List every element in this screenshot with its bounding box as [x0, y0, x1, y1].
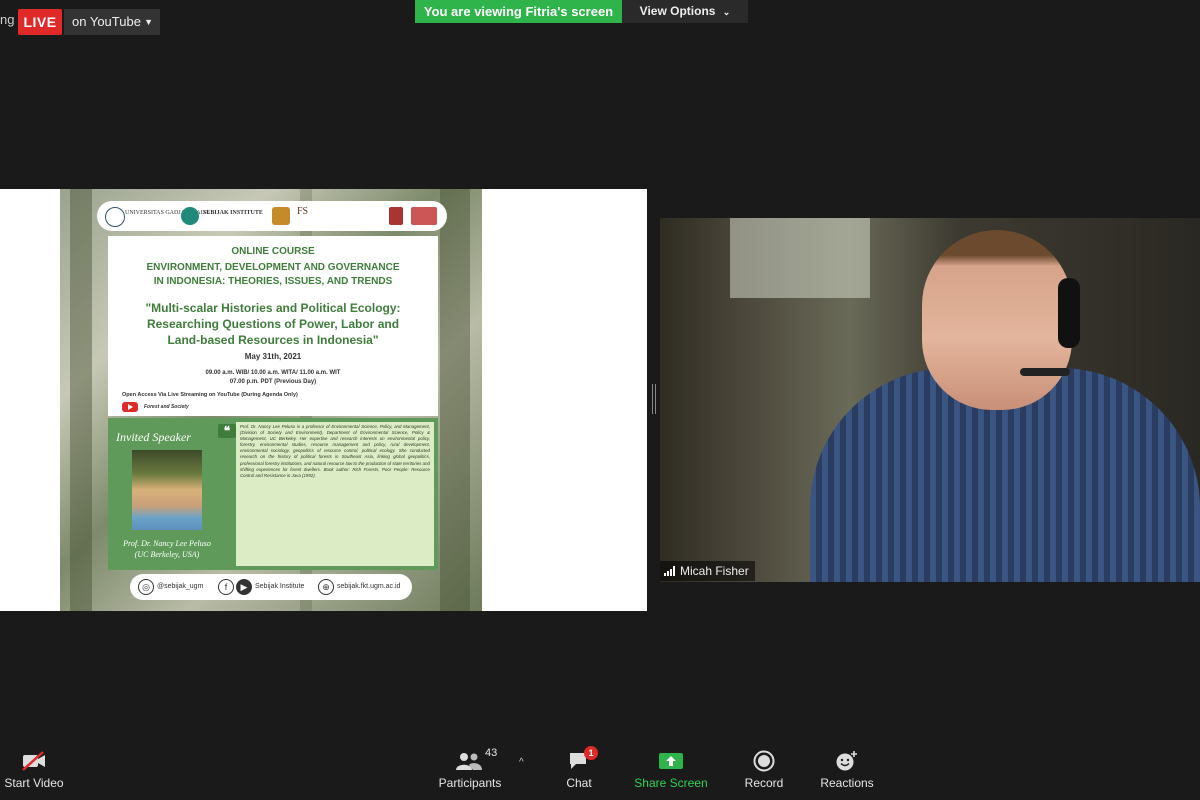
record-label: Record: [744, 776, 784, 790]
logo-label: SEBIJAK INSTITUTE: [203, 210, 263, 216]
sebijak-logo-icon: [181, 207, 199, 225]
chevron-down-icon: ⌄: [722, 7, 731, 17]
reactions-label: Reactions: [820, 776, 874, 790]
record-icon: [738, 748, 790, 774]
crest-logo-icon: [272, 207, 290, 225]
viewing-screen-banner: You are viewing Fitria's screen: [415, 0, 622, 23]
lecture-title-line: "Multi-scalar Histories and Political Ec…: [145, 301, 401, 315]
globe-icon: ⊕: [318, 579, 334, 595]
participants-icon: 43: [435, 747, 505, 774]
lecture-time: 09.00 a.m. WIB/ 10.00 a.m. WITA/ 11.00 a…: [108, 369, 438, 387]
view-options-button[interactable]: View Options ⌄: [622, 0, 748, 23]
logo-label: FS: [297, 206, 309, 217]
instagram-icon: ◎: [138, 579, 154, 595]
invited-speaker-heading: Invited Speaker: [116, 430, 191, 444]
participants-label: Participants: [438, 776, 502, 790]
chat-unread-badge: 1: [584, 746, 598, 760]
lecture-time-line: 09.00 a.m. WIB/ 10.00 a.m. WITA/ 11.00 a…: [205, 370, 341, 376]
youtube-channel-label: Forest and Society: [144, 404, 189, 410]
start-video-button[interactable]: Start Video: [0, 748, 68, 790]
youtube-icon: [122, 402, 138, 412]
instagram-handle: @sebijak_ugm: [157, 583, 204, 590]
share-screen-label: Share Screen: [634, 776, 708, 790]
poster-background-tree: [70, 189, 92, 611]
logo-strip: UNIVERSITAS GADJAH MADA SEBIJAK INSTITUT…: [97, 201, 447, 231]
split-view-drag-handle[interactable]: [652, 384, 656, 414]
caret-down-icon: ▼: [144, 17, 153, 27]
speaker-bio: Prof. Dr. Nancy Lee Peluso is a professo…: [240, 424, 430, 478]
course-name-line: ENVIRONMENT, DEVELOPMENT AND GOVERNANCE: [146, 262, 400, 273]
lecture-date: May 31th, 2021: [244, 352, 302, 361]
speaker-photo: [132, 450, 202, 530]
chat-label: Chat: [566, 776, 592, 790]
course-info-card: ONLINE COURSE ENVIRONMENT, DEVELOPMENT A…: [108, 236, 438, 416]
reactions-icon: [815, 748, 879, 774]
live-badge[interactable]: LIVE: [18, 9, 62, 35]
share-screen-icon: [632, 748, 710, 774]
lecture-title-line: Land-based Resources in Indonesia": [167, 333, 379, 347]
quote-icon: ❝: [218, 424, 236, 438]
youtube-icon: ▶: [236, 579, 252, 595]
speaker-name-line: Prof. Dr. Nancy Lee Peluso: [123, 539, 211, 548]
open-access-note: Open Access Via Live Streaming on YouTub…: [122, 392, 298, 398]
social-links-bar: ◎ @sebijak_ugm f ▶ Sebijak Institute ⊕ s…: [130, 574, 412, 600]
view-options-label: View Options: [639, 4, 716, 18]
speaker-affiliation: (UC Berkeley, USA): [134, 550, 200, 559]
headset-icon: [1058, 278, 1080, 348]
start-video-label: Start Video: [4, 776, 64, 790]
shared-screen: UNIVERSITAS GADJAH MADA SEBIJAK INSTITUT…: [0, 189, 647, 611]
participant-video-tile: [660, 218, 1200, 582]
share-screen-button[interactable]: Share Screen: [632, 748, 710, 790]
participants-options-chevron-icon[interactable]: ^: [519, 757, 524, 768]
course-name-line: IN INDONESIA: THEORIES, ISSUES, AND TREN…: [153, 276, 393, 287]
background-window: [730, 218, 870, 298]
poster-background-tree: [440, 189, 470, 611]
website-url: sebijak.fkt.ugm.ac.id: [337, 583, 401, 590]
chat-icon: 1: [555, 746, 603, 774]
speaker-name: Prof. Dr. Nancy Lee Peluso (UC Berkeley,…: [108, 538, 226, 560]
recording-label: ng: [0, 12, 15, 27]
facebook-handle: Sebijak Institute: [255, 583, 305, 590]
reactions-button[interactable]: Reactions: [815, 748, 879, 790]
participants-button[interactable]: 43 Participants: [435, 747, 505, 790]
record-button[interactable]: Record: [738, 748, 790, 790]
course-header: ONLINE COURSE: [231, 246, 315, 257]
speaker-section: Invited Speaker Prof. Dr. Nancy Lee Pelu…: [108, 418, 438, 570]
participant-face: [922, 230, 1072, 410]
headset-mic-icon: [1020, 368, 1070, 376]
video-off-icon: [0, 748, 68, 774]
ugm-logo-icon: [105, 207, 125, 227]
lecture-title-line: Researching Questions of Power, Labor an…: [146, 317, 400, 331]
lecture-title: "Multi-scalar Histories and Political Ec…: [108, 300, 438, 348]
partner-logo-icon: [411, 207, 437, 225]
chat-button[interactable]: 1 Chat: [555, 746, 603, 790]
participant-name: Micah Fisher: [680, 564, 749, 578]
participant-name-tag: Micah Fisher: [660, 561, 755, 581]
speaker-bio-box: Prof. Dr. Nancy Lee Peluso is a professo…: [236, 422, 434, 566]
facebook-icon: f: [218, 579, 234, 595]
partner-logo-icon: [389, 207, 403, 225]
lecture-time-line: 07.00 p.m. PDT (Previous Day): [229, 379, 317, 385]
signal-strength-icon: [664, 566, 676, 576]
live-destination-dropdown[interactable]: on YouTube ▼: [64, 9, 160, 35]
participants-count: 43: [485, 747, 498, 759]
course-name: ENVIRONMENT, DEVELOPMENT AND GOVERNANCE …: [108, 261, 438, 289]
live-destination-label: on YouTube: [72, 14, 141, 29]
course-poster: UNIVERSITAS GADJAH MADA SEBIJAK INSTITUT…: [60, 189, 482, 611]
